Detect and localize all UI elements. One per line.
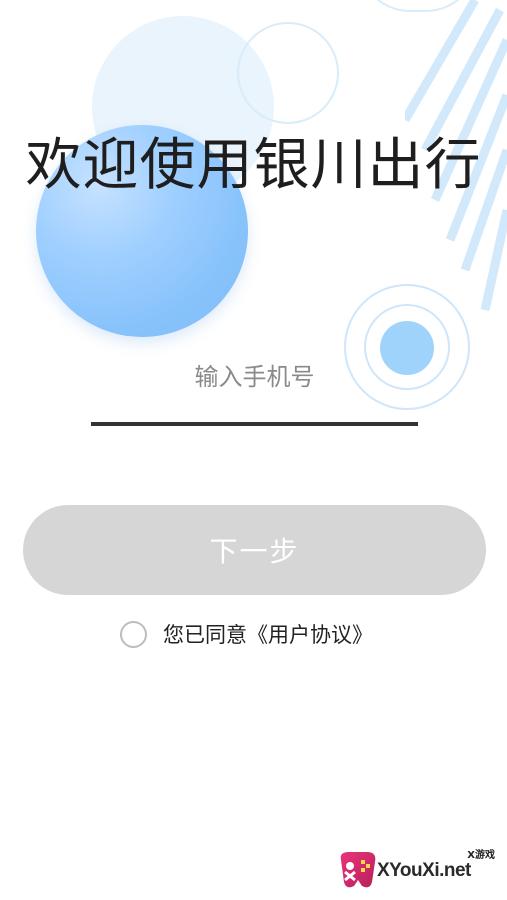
- watermark-main-text: XYouXi.net: [377, 860, 471, 881]
- watermark: X游戏 XYouXi.net: [335, 842, 505, 898]
- agreement-prefix-text: 您已同意: [163, 623, 247, 647]
- agreement-radio[interactable]: [120, 620, 147, 648]
- gamepad-logo-icon: [340, 852, 376, 888]
- input-underline: [91, 422, 418, 426]
- watermark-small-text: X游戏: [467, 850, 495, 861]
- next-step-button[interactable]: 下一步: [23, 505, 486, 595]
- background-ring: [237, 22, 339, 124]
- background-ring-corner: [358, 0, 478, 12]
- agreement-row: 您已同意 《用户协议》: [120, 618, 373, 650]
- page-title: 欢迎使用银川出行: [25, 133, 482, 198]
- user-agreement-link[interactable]: 《用户协议》: [247, 619, 373, 649]
- phone-number-input[interactable]: [91, 352, 418, 402]
